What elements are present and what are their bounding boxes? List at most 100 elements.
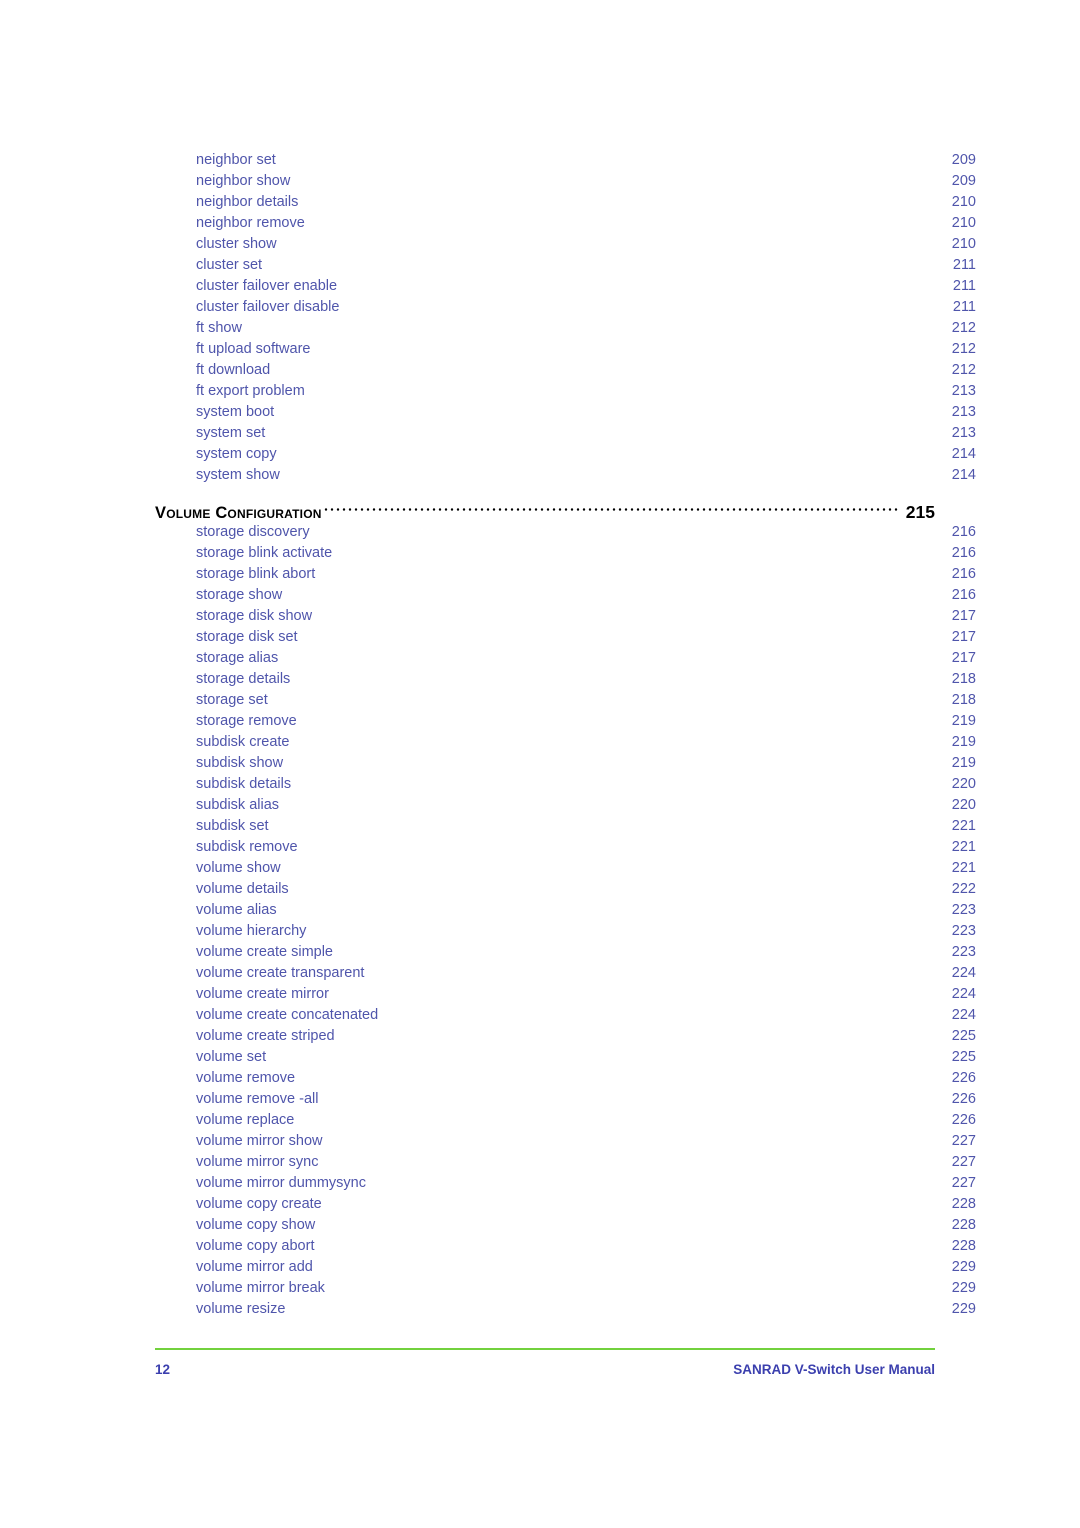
toc-entry[interactable]: volume mirror add 229 xyxy=(155,1257,976,1278)
toc-entry[interactable]: neighbor details 210 xyxy=(155,192,976,213)
toc-entry-label: volume resize xyxy=(196,1301,286,1317)
page-canvas: neighbor set 209 neighbor show 209 neighbor … xyxy=(0,0,1080,1528)
toc-entry[interactable]: volume mirror dummysync 227 xyxy=(155,1173,976,1194)
toc-entry[interactable]: volume create mirror 224 xyxy=(155,984,976,1005)
toc-entry[interactable]: cluster failover enable 211 xyxy=(155,276,976,297)
toc-entry[interactable]: storage remove 219 xyxy=(155,711,976,732)
toc-entry-label: volume remove xyxy=(196,1070,296,1086)
toc-entry[interactable]: subdisk create 219 xyxy=(155,732,976,753)
toc-entry[interactable]: neighbor set 209 xyxy=(155,150,976,171)
toc-entry-label: storage blink abort xyxy=(196,566,316,582)
toc-entry[interactable]: storage details 218 xyxy=(155,669,976,690)
toc-entry[interactable]: storage alias 217 xyxy=(155,648,976,669)
toc-entry[interactable]: subdisk details 220 xyxy=(155,774,976,795)
toc-entry-label: neighbor details xyxy=(196,194,299,210)
toc-entry[interactable]: volume create concatenated 224 xyxy=(155,1005,976,1026)
toc-entry[interactable]: ft upload software 212 xyxy=(155,339,976,360)
toc-entry[interactable]: subdisk set 221 xyxy=(155,816,976,837)
toc-entry[interactable]: volume remove 226 xyxy=(155,1068,976,1089)
toc-entry[interactable]: subdisk alias 220 xyxy=(155,795,976,816)
toc-entry[interactable]: volume mirror sync 227 xyxy=(155,1152,976,1173)
toc-entry[interactable]: volume hierarchy 223 xyxy=(155,921,976,942)
toc-entry[interactable]: volume resize 229 xyxy=(155,1299,976,1320)
toc-entry-page-number: 217 xyxy=(951,629,976,645)
toc-entry[interactable]: subdisk show 219 xyxy=(155,753,976,774)
toc-entry-label: cluster failover enable xyxy=(196,278,338,294)
toc-entry-page-number: 227 xyxy=(951,1154,976,1170)
toc-entry[interactable]: volume details 222 xyxy=(155,879,976,900)
toc-entry-label: subdisk create xyxy=(196,734,290,750)
footer-content: 12 SANRAD V-Switch User Manual xyxy=(155,1362,935,1377)
table-of-contents-list: neighbor set 209 neighbor show 209 neighbor … xyxy=(155,150,976,1320)
toc-entry[interactable]: storage disk show 217 xyxy=(155,606,976,627)
toc-entry[interactable]: system boot 213 xyxy=(155,402,976,423)
toc-entry-page-number: 221 xyxy=(951,818,976,834)
toc-entry-label: volume mirror break xyxy=(196,1280,325,1296)
toc-entry[interactable]: storage set 218 xyxy=(155,690,976,711)
toc-entry-label: volume hierarchy xyxy=(196,923,307,939)
footer-divider xyxy=(155,1348,935,1350)
toc-entry-page-number: 228 xyxy=(951,1238,976,1254)
toc-entry-label: volume copy show xyxy=(196,1217,316,1233)
toc-entry-label: volume mirror sync xyxy=(196,1154,319,1170)
toc-entry[interactable]: system copy 214 xyxy=(155,444,976,465)
toc-entry[interactable]: volume copy show 228 xyxy=(155,1215,976,1236)
toc-entry[interactable]: system show 214 xyxy=(155,465,976,486)
toc-entry-page-number: 227 xyxy=(951,1133,976,1149)
toc-entry-page-number: 213 xyxy=(951,404,976,420)
toc-entry-label: storage alias xyxy=(196,650,279,666)
toc-entry-page-number: 210 xyxy=(951,236,976,252)
toc-entry[interactable]: ft export problem 213 xyxy=(155,381,976,402)
toc-entry[interactable]: neighbor remove 210 xyxy=(155,213,976,234)
toc-entry[interactable]: subdisk remove 221 xyxy=(155,837,976,858)
page-footer: 12 SANRAD V-Switch User Manual xyxy=(155,1348,935,1377)
toc-entry[interactable]: storage blink abort 216 xyxy=(155,564,976,585)
toc-entry-page-number: 228 xyxy=(951,1217,976,1233)
toc-entry-page-number: 217 xyxy=(951,608,976,624)
toc-entry-label: system copy xyxy=(196,446,277,462)
toc-entry[interactable]: volume mirror show 227 xyxy=(155,1131,976,1152)
toc-entry[interactable]: cluster show 210 xyxy=(155,234,976,255)
toc-entry-page-number: 227 xyxy=(951,1175,976,1191)
toc-entry-label: volume mirror dummysync xyxy=(196,1175,366,1191)
toc-entry-label: neighbor remove xyxy=(196,215,305,231)
toc-entry-page-number: 219 xyxy=(951,734,976,750)
toc-entry-label: volume create striped xyxy=(196,1028,335,1044)
toc-entry[interactable]: system set 213 xyxy=(155,423,976,444)
toc-entry[interactable]: volume copy create 228 xyxy=(155,1194,976,1215)
toc-entry-label: volume copy create xyxy=(196,1196,322,1212)
toc-entry-label: storage details xyxy=(196,671,291,687)
toc-entry[interactable]: volume create simple 223 xyxy=(155,942,976,963)
toc-entry[interactable]: volume set 225 xyxy=(155,1047,976,1068)
toc-entry-label: volume alias xyxy=(196,902,277,918)
toc-entry-page-number: 220 xyxy=(951,797,976,813)
toc-entry[interactable]: volume copy abort 228 xyxy=(155,1236,976,1257)
toc-entry-label: system show xyxy=(196,467,280,483)
toc-section-heading[interactable]: Volume Configuration 215 xyxy=(155,492,935,522)
toc-entry-label: volume replace xyxy=(196,1112,295,1128)
toc-entry-label: volume mirror add xyxy=(196,1259,313,1275)
toc-entry[interactable]: volume mirror break 229 xyxy=(155,1278,976,1299)
toc-entry-page-number: 229 xyxy=(951,1259,976,1275)
toc-entry[interactable]: volume show 221 xyxy=(155,858,976,879)
toc-entry[interactable]: cluster set 211 xyxy=(155,255,976,276)
toc-entry[interactable]: cluster failover disable 211 xyxy=(155,297,976,318)
toc-entry[interactable]: ft show 212 xyxy=(155,318,976,339)
toc-entry[interactable]: storage blink activate 216 xyxy=(155,543,976,564)
toc-entry[interactable]: volume replace 226 xyxy=(155,1110,976,1131)
toc-entry[interactable]: storage disk set 217 xyxy=(155,627,976,648)
toc-entry-page-number: 214 xyxy=(951,467,976,483)
toc-entry[interactable]: volume remove -all 226 xyxy=(155,1089,976,1110)
toc-entry-label: volume details xyxy=(196,881,289,897)
toc-entry-page-number: 213 xyxy=(951,425,976,441)
toc-entry-page-number: 225 xyxy=(951,1028,976,1044)
toc-entry[interactable]: volume create striped 225 xyxy=(155,1026,976,1047)
toc-entry[interactable]: ft download 212 xyxy=(155,360,976,381)
toc-entry-label: neighbor show xyxy=(196,173,291,189)
toc-entry[interactable]: volume alias 223 xyxy=(155,900,976,921)
toc-entry[interactable]: storage discovery 216 xyxy=(155,522,976,543)
toc-entry-label: volume show xyxy=(196,860,281,876)
toc-entry[interactable]: neighbor show 209 xyxy=(155,171,976,192)
toc-entry[interactable]: volume create transparent 224 xyxy=(155,963,976,984)
toc-entry[interactable]: storage show 216 xyxy=(155,585,976,606)
